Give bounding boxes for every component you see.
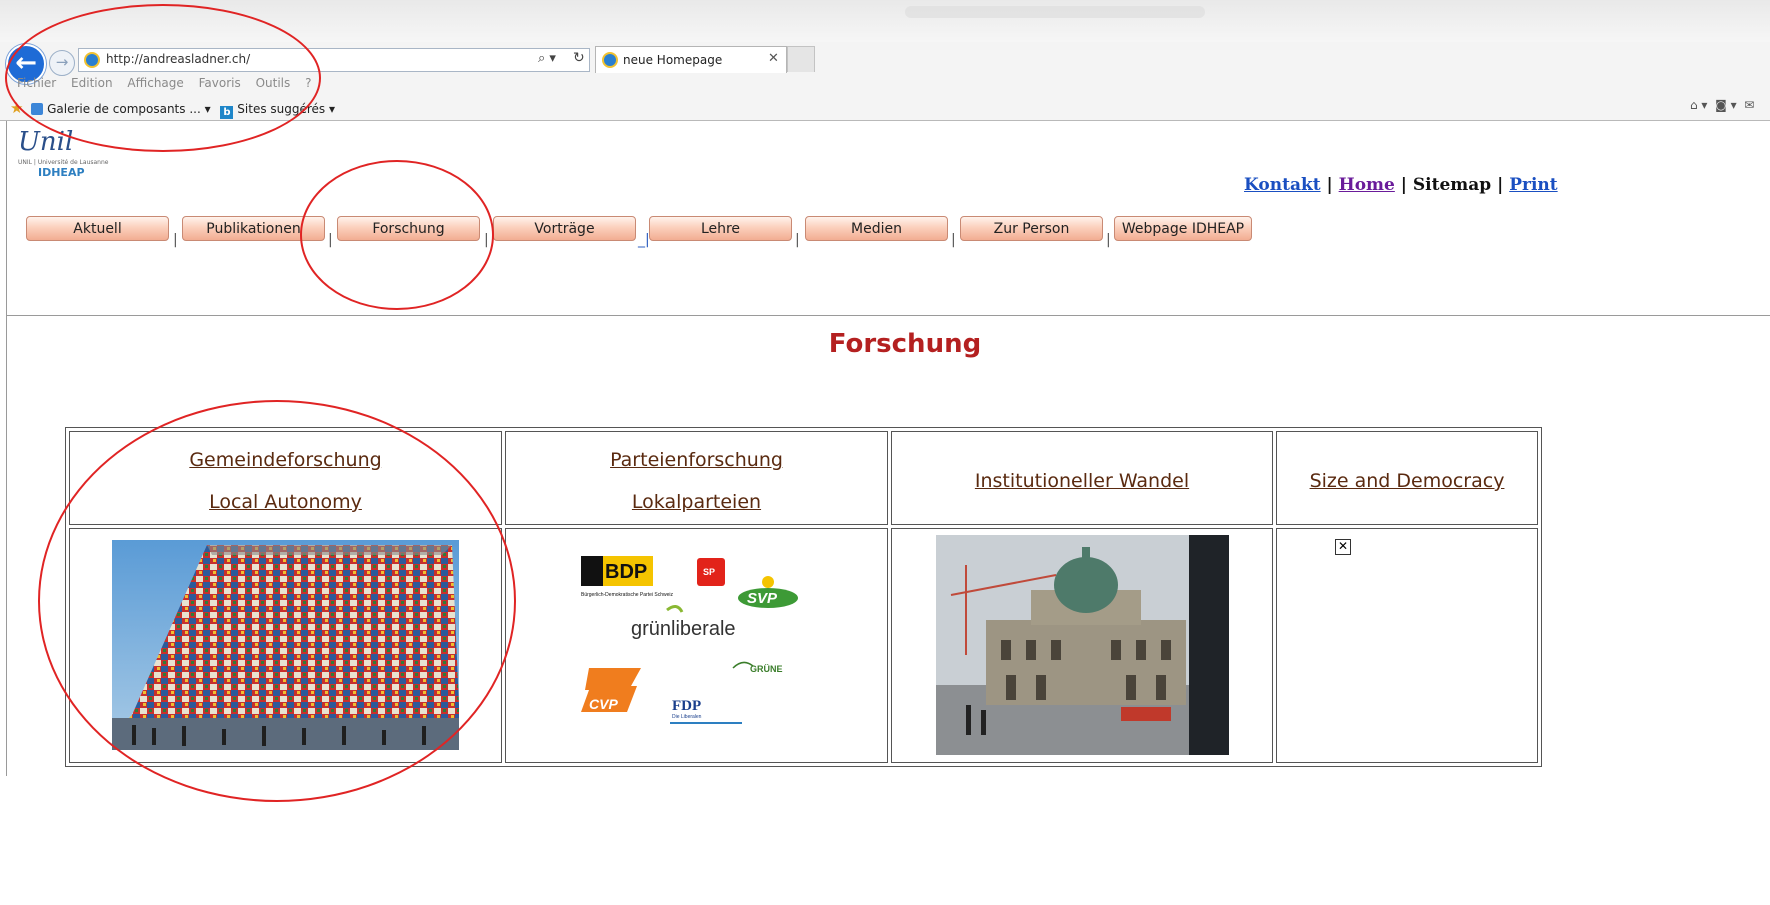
table-cell-image-4	[1276, 528, 1538, 763]
gruene-logo: GRÜNE	[732, 661, 783, 674]
browser-tab[interactable]: neue Homepage ✕	[595, 46, 787, 73]
gemeindeforschung-link[interactable]: Gemeindeforschung	[189, 449, 381, 471]
unil-logo[interactable]: Unil UNIL | Université de Lausanne IDHEA…	[18, 128, 138, 188]
size-and-democracy-link[interactable]: Size and Democracy	[1310, 470, 1505, 492]
nav-separator: _|	[638, 232, 650, 248]
menu-favoris[interactable]: Favoris	[199, 76, 241, 90]
browser-chrome: ← → http://andreasladner.ch/ ⌕ ▾ ↻ neue …	[0, 0, 1770, 121]
svg-text:Die Liberalen: Die Liberalen	[672, 714, 702, 720]
command-bar: ⌂ ▾ ◙ ▾ ✉	[1690, 98, 1754, 112]
cvp-logo: CVP	[581, 668, 641, 712]
nav-medien-button[interactable]: Medien	[805, 216, 948, 241]
separator: |	[1400, 175, 1407, 195]
svg-text:SP: SP	[703, 567, 715, 577]
svg-text:Bürgerlich-Demokratische Parte: Bürgerlich-Demokratische Partei Schweiz	[581, 592, 673, 598]
tab-title: neue Homepage	[623, 53, 723, 67]
tab-close-icon[interactable]: ✕	[768, 51, 779, 66]
menu-outils[interactable]: Outils	[256, 76, 291, 90]
nav-vortraege-button[interactable]: Vorträge	[493, 216, 636, 241]
nav-lehre-button[interactable]: Lehre	[649, 216, 792, 241]
local-autonomy-link[interactable]: Local Autonomy	[209, 491, 362, 513]
svg-text:grünliberale: grünliberale	[631, 618, 736, 640]
address-bar[interactable]: http://andreasladner.ch/ ⌕ ▾ ↻	[78, 48, 590, 72]
mail-icon[interactable]: ✉	[1740, 98, 1754, 112]
page-frame-border	[6, 121, 7, 776]
nav-separator: |	[173, 232, 178, 248]
nav-separator: |	[951, 232, 956, 248]
svg-text:FDP: FDP	[672, 698, 701, 714]
idheap-logo-text: IDHEAP	[38, 166, 85, 179]
home-icon[interactable]: ⌂ ▾	[1690, 98, 1707, 112]
svg-text:BDP: BDP	[605, 561, 647, 583]
sp-logo: SP	[697, 558, 725, 586]
table-cell-size-and-democracy: Size and Democracy	[1276, 431, 1538, 525]
rss-feed-icon[interactable]: ◙ ▾	[1711, 98, 1736, 112]
table-cell-institutioneller-wandel: Institutioneller Wandel	[891, 431, 1273, 525]
search-icon[interactable]: ⌕ ▾	[538, 51, 556, 66]
new-tab-button[interactable]	[787, 46, 815, 72]
refresh-icon[interactable]: ↻	[573, 50, 585, 66]
address-url[interactable]: http://andreasladner.ch/	[106, 52, 250, 66]
nav-zur-person-button[interactable]: Zur Person	[960, 216, 1103, 241]
broken-image-icon: ✕	[1335, 539, 1351, 555]
svg-text:GRÜNE: GRÜNE	[750, 664, 783, 674]
chevron-down-icon[interactable]: ▾	[205, 102, 211, 116]
svp-logo: SVP	[738, 576, 798, 608]
unil-script-logo: Unil	[18, 127, 74, 157]
gruenliberale-logo: grünliberale	[631, 605, 736, 640]
unil-university-text: UNIL | Université de Lausanne	[18, 159, 109, 166]
window-title-blurred	[905, 6, 1205, 18]
nav-publikationen-button[interactable]: Publikationen	[182, 216, 325, 241]
tab-ie-icon	[602, 52, 618, 68]
separator: |	[1326, 175, 1333, 195]
divider	[7, 315, 1770, 316]
lokalparteien-link[interactable]: Lokalparteien	[632, 491, 761, 513]
web-slice-icon	[31, 103, 44, 115]
forward-arrow-icon[interactable]: →	[49, 50, 75, 76]
flag-pyramid-photo[interactable]	[112, 540, 459, 750]
menu-fichier[interactable]: Fichier	[17, 76, 56, 90]
nav-separator: |	[1106, 232, 1111, 248]
nav-separator: |	[484, 232, 489, 248]
nav-forschung-button[interactable]: Forschung	[337, 216, 480, 241]
page-title: Forschung	[828, 329, 982, 359]
top-links: Kontakt | Home | Sitemap | Print	[1244, 175, 1558, 195]
nav-separator: |	[328, 232, 333, 248]
fdp-logo: FDP Die Liberalen	[670, 698, 742, 724]
bdp-logo: BDP Bürgerlich-Demokratische Partei Schw…	[581, 556, 673, 598]
bing-icon: b	[220, 106, 234, 119]
bundeshaus-photo[interactable]	[936, 535, 1229, 755]
home-link[interactable]: Home	[1339, 175, 1395, 195]
nav-separator: |	[795, 232, 800, 248]
favorite-sites-suggeres[interactable]: Sites suggérés	[237, 102, 325, 116]
parteienforschung-link[interactable]: Parteienforschung	[610, 449, 783, 471]
menu-affichage[interactable]: Affichage	[127, 76, 183, 90]
menu-help[interactable]: ?	[305, 76, 311, 90]
svg-text:CVP: CVP	[589, 696, 618, 712]
party-logos-collage[interactable]: BDP Bürgerlich-Demokratische Partei Schw…	[575, 550, 810, 730]
favorites-star-icon[interactable]: ★	[10, 99, 23, 117]
menu-edition[interactable]: Edition	[71, 76, 113, 90]
kontakt-link[interactable]: Kontakt	[1244, 175, 1321, 195]
ie-page-icon	[84, 52, 100, 68]
table-cell-gemeindeforschung: Gemeindeforschung Local Autonomy	[69, 431, 502, 525]
sitemap-label: Sitemap	[1412, 175, 1492, 195]
favorite-galerie[interactable]: Galerie de composants ...	[47, 102, 201, 116]
nav-webpage-idheap-button[interactable]: Webpage IDHEAP	[1114, 216, 1252, 241]
institutioneller-wandel-link[interactable]: Institutioneller Wandel	[975, 470, 1189, 492]
separator: |	[1497, 175, 1504, 195]
chevron-down-icon[interactable]: ▾	[329, 102, 335, 116]
nav-aktuell-button[interactable]: Aktuell	[26, 216, 169, 241]
favorites-bar: ★ Galerie de composants ... ▾ b Sites su…	[10, 99, 335, 119]
print-link[interactable]: Print	[1509, 175, 1557, 195]
table-cell-parteienforschung: Parteienforschung Lokalparteien	[505, 431, 888, 525]
menu-bar: Fichier Edition Affichage Favoris Outils…	[17, 76, 322, 90]
title-bar	[0, 0, 1770, 42]
svg-text:SVP: SVP	[747, 590, 778, 607]
